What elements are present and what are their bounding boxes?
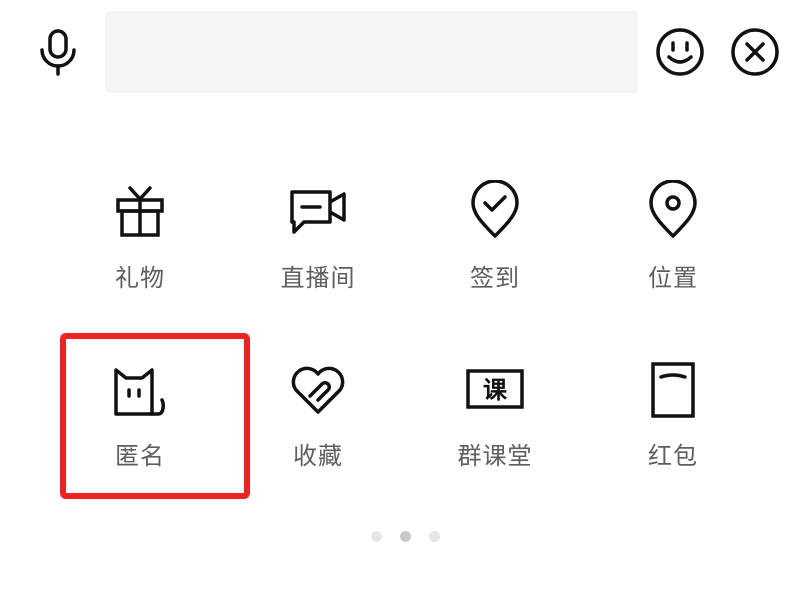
anonymous-label: 匿名 bbox=[115, 442, 165, 470]
heart-clip-icon bbox=[286, 358, 350, 422]
check-in-button[interactable]: 签到 bbox=[410, 178, 580, 328]
group-class-label: 群课堂 bbox=[457, 442, 533, 470]
red-packet-button[interactable]: 红包 bbox=[588, 358, 758, 508]
close-circle-icon[interactable] bbox=[727, 24, 783, 80]
microphone-icon[interactable] bbox=[30, 24, 86, 80]
location-label: 位置 bbox=[648, 264, 698, 292]
class-icon: 课 bbox=[463, 358, 527, 422]
anonymous-button[interactable]: 匿名 bbox=[55, 358, 225, 508]
gift-icon bbox=[108, 178, 172, 242]
chat-extension-panel: 礼物 直播间 签到 位置 匿名 收藏 课 群课堂 红包 bbox=[0, 0, 800, 600]
group-class-button[interactable]: 课 群课堂 bbox=[410, 358, 580, 508]
page-dot[interactable] bbox=[371, 531, 382, 542]
video-camera-icon bbox=[286, 178, 350, 242]
gift-button[interactable]: 礼物 bbox=[55, 178, 225, 328]
cat-icon bbox=[108, 358, 172, 422]
red-packet-label: 红包 bbox=[648, 442, 698, 470]
class-icon-text: 课 bbox=[483, 376, 508, 404]
favorites-button[interactable]: 收藏 bbox=[233, 358, 403, 508]
favorites-label: 收藏 bbox=[293, 442, 343, 470]
page-indicator bbox=[0, 531, 800, 545]
red-packet-icon bbox=[641, 358, 705, 422]
page-dot[interactable] bbox=[429, 531, 440, 542]
message-input[interactable] bbox=[105, 11, 638, 93]
live-room-label: 直播间 bbox=[280, 264, 356, 292]
live-room-button[interactable]: 直播间 bbox=[233, 178, 403, 328]
page-dot-active[interactable] bbox=[400, 531, 411, 542]
check-in-label: 签到 bbox=[470, 264, 520, 292]
smiley-icon[interactable] bbox=[652, 24, 708, 80]
gift-label: 礼物 bbox=[115, 264, 165, 292]
check-in-pin-icon bbox=[463, 178, 527, 242]
location-button[interactable]: 位置 bbox=[588, 178, 758, 328]
location-pin-icon bbox=[641, 178, 705, 242]
